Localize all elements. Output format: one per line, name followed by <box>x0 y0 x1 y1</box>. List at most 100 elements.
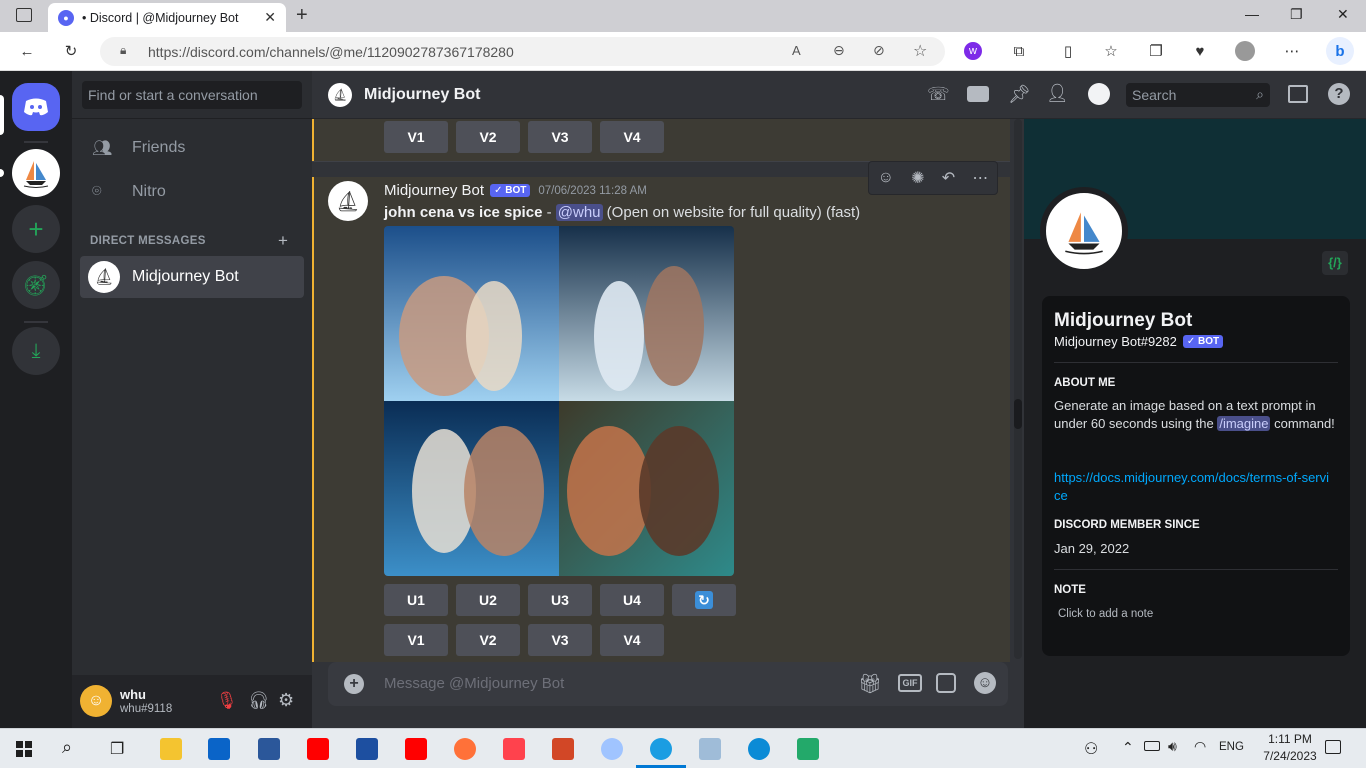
super-reaction-icon[interactable]: ✺ <box>911 168 924 188</box>
note-input[interactable]: Click to add a note <box>1058 608 1153 620</box>
dm-list-item[interactable]: ⛵︎ Midjourney Bot <box>80 256 304 298</box>
chat-scrollbar[interactable] <box>1014 119 1022 659</box>
inbox-icon[interactable] <box>1288 85 1308 103</box>
minimize-icon[interactable]: — <box>1245 6 1259 22</box>
people-icon[interactable]: ⚇ <box>1084 739 1098 759</box>
variation-button-1[interactable]: V1 <box>384 624 448 656</box>
volume-icon[interactable]: 🔊︎ <box>1168 738 1177 755</box>
settings-gear-icon[interactable]: ⚙ <box>278 690 294 711</box>
gif-button[interactable]: GIF <box>898 674 922 692</box>
battery-icon[interactable] <box>1144 741 1160 751</box>
variation-button-4[interactable]: V4 <box>600 624 664 656</box>
add-reaction-icon[interactable]: ☺ <box>878 169 894 187</box>
notifications-icon[interactable] <box>1325 740 1341 754</box>
performance-icon[interactable]: ♥ <box>1189 40 1211 62</box>
mute-mic-icon[interactable]: 🎙︎ <box>216 691 238 711</box>
powerpoint-icon[interactable] <box>552 738 574 760</box>
extension-w-icon[interactable]: w <box>964 42 982 60</box>
reroll-button[interactable]: ↻ <box>672 584 736 616</box>
profile-avatar-icon[interactable] <box>1235 41 1255 61</box>
terms-link[interactable]: https://docs.midjourney.com/docs/terms-o… <box>1054 469 1334 505</box>
app-blue-icon[interactable] <box>356 738 378 760</box>
more-menu-icon[interactable]: ⋯ <box>1281 40 1303 62</box>
create-dm-icon[interactable]: + <box>278 231 288 251</box>
youtube-icon[interactable] <box>307 738 329 760</box>
new-tab-button[interactable]: + <box>296 4 308 27</box>
upscale-button-1[interactable]: U1 <box>384 584 448 616</box>
youtube-icon-2[interactable] <box>405 738 427 760</box>
language-indicator[interactable]: ENG <box>1219 741 1244 753</box>
message-author[interactable]: Midjourney Bot <box>384 182 484 199</box>
add-server-icon[interactable]: + <box>12 205 60 253</box>
collections-icon[interactable]: ❐ <box>1145 40 1167 62</box>
tray-overflow-icon[interactable]: ⌃ <box>1122 739 1134 756</box>
address-bar[interactable]: 🔒︎ https://discord.com/channels/@me/1120… <box>100 37 945 66</box>
maximize-icon[interactable]: ❐ <box>1290 6 1303 23</box>
help-icon[interactable]: ? <box>1328 83 1350 105</box>
generated-image-grid[interactable] <box>384 226 734 576</box>
webex-icon[interactable] <box>748 738 770 760</box>
vscode-icon[interactable] <box>797 738 819 760</box>
emoji-icon[interactable]: ☺ <box>974 672 996 694</box>
user-mention[interactable]: @whu <box>555 204 603 221</box>
download-apps-icon[interactable]: ⤓ <box>12 327 60 375</box>
gift-icon[interactable]: 🎁︎ <box>858 672 882 696</box>
clock-date[interactable]: 7/24/2023 <box>1260 749 1320 763</box>
browser-tab-discord[interactable]: ● • Discord | @Midjourney Bot ✕ <box>48 3 286 32</box>
chat-scrollbar-thumb[interactable] <box>1014 399 1022 429</box>
find-conversation-button[interactable]: Find or start a conversation <box>82 81 302 109</box>
user-avatar[interactable]: ☺ <box>80 685 112 717</box>
task-view-icon[interactable]: ❐ <box>110 739 124 759</box>
file-explorer-icon[interactable] <box>160 738 182 760</box>
favorite-star-icon[interactable]: ☆ <box>913 41 927 61</box>
refresh-icon[interactable]: ↻ <box>60 40 82 62</box>
read-aloud-icon[interactable]: A <box>792 43 801 58</box>
wifi-icon[interactable]: ◠ <box>1194 738 1206 755</box>
video-call-icon[interactable] <box>967 86 989 102</box>
prev-variation-button-3[interactable]: V3 <box>528 121 592 153</box>
message-composer[interactable]: + Message @Midjourney Bot 🎁︎ GIF ☺ <box>328 662 1008 706</box>
outlook-icon[interactable] <box>208 738 230 760</box>
nav-nitro[interactable]: ⌾ Nitro <box>80 171 304 213</box>
tab-actions-icon[interactable] <box>16 8 32 22</box>
header-search-input[interactable]: Search ⌕ <box>1126 83 1270 107</box>
paint-icon[interactable] <box>601 738 623 760</box>
variation-button-3[interactable]: V3 <box>528 624 592 656</box>
imagine-command[interactable]: /imagine <box>1217 416 1271 431</box>
tracking-prevention-icon[interactable]: ⊘ <box>873 42 885 59</box>
close-tab-icon[interactable]: ✕ <box>264 9 276 26</box>
bing-icon[interactable]: b <box>1326 37 1354 65</box>
add-friends-to-dm-icon[interactable]: 👤︎ <box>1046 83 1069 104</box>
headphones-icon[interactable]: 🎧︎ <box>248 691 270 711</box>
explore-servers-icon[interactable]: 🧭︎ <box>12 261 60 309</box>
back-icon[interactable]: ← <box>16 40 38 62</box>
reply-icon[interactable]: ↶ <box>942 168 955 188</box>
nav-friends[interactable]: 👥︎ Friends <box>80 127 304 169</box>
developer-badge-icon[interactable]: {/} <box>1322 251 1348 275</box>
profile-avatar[interactable] <box>1040 187 1128 275</box>
search-taskbar-icon[interactable]: ⌕ <box>62 737 72 758</box>
more-actions-icon[interactable]: ⋯ <box>972 168 988 188</box>
pinned-messages-icon[interactable]: 📌︎ <box>1008 84 1031 105</box>
upscale-button-3[interactable]: U3 <box>528 584 592 616</box>
firefox-icon[interactable] <box>454 738 476 760</box>
split-screen-icon[interactable]: ▯ <box>1057 40 1079 62</box>
close-window-icon[interactable]: ✕ <box>1337 6 1349 23</box>
prev-variation-button-1[interactable]: V1 <box>384 121 448 153</box>
patreon-icon[interactable] <box>503 738 525 760</box>
user-profile-toggle-icon[interactable] <box>1088 83 1110 105</box>
message-avatar[interactable]: ⛵︎ <box>328 181 368 221</box>
upload-plus-icon[interactable]: + <box>344 674 364 694</box>
prev-variation-button-4[interactable]: V4 <box>600 121 664 153</box>
clock-time[interactable]: 1:11 PM <box>1260 732 1320 746</box>
upscale-button-2[interactable]: U2 <box>456 584 520 616</box>
midjourney-dm-avatar-icon[interactable] <box>12 149 60 197</box>
word-icon[interactable] <box>258 738 280 760</box>
favorites-icon[interactable]: ☆ <box>1100 40 1122 62</box>
zoom-icon[interactable]: ⊖ <box>833 42 845 59</box>
upscale-button-4[interactable]: U4 <box>600 584 664 616</box>
discord-home-icon[interactable] <box>12 83 60 131</box>
extensions-icon[interactable]: ⧉ <box>1008 40 1030 62</box>
edge-icon[interactable] <box>650 738 672 760</box>
notes-icon[interactable] <box>699 738 721 760</box>
